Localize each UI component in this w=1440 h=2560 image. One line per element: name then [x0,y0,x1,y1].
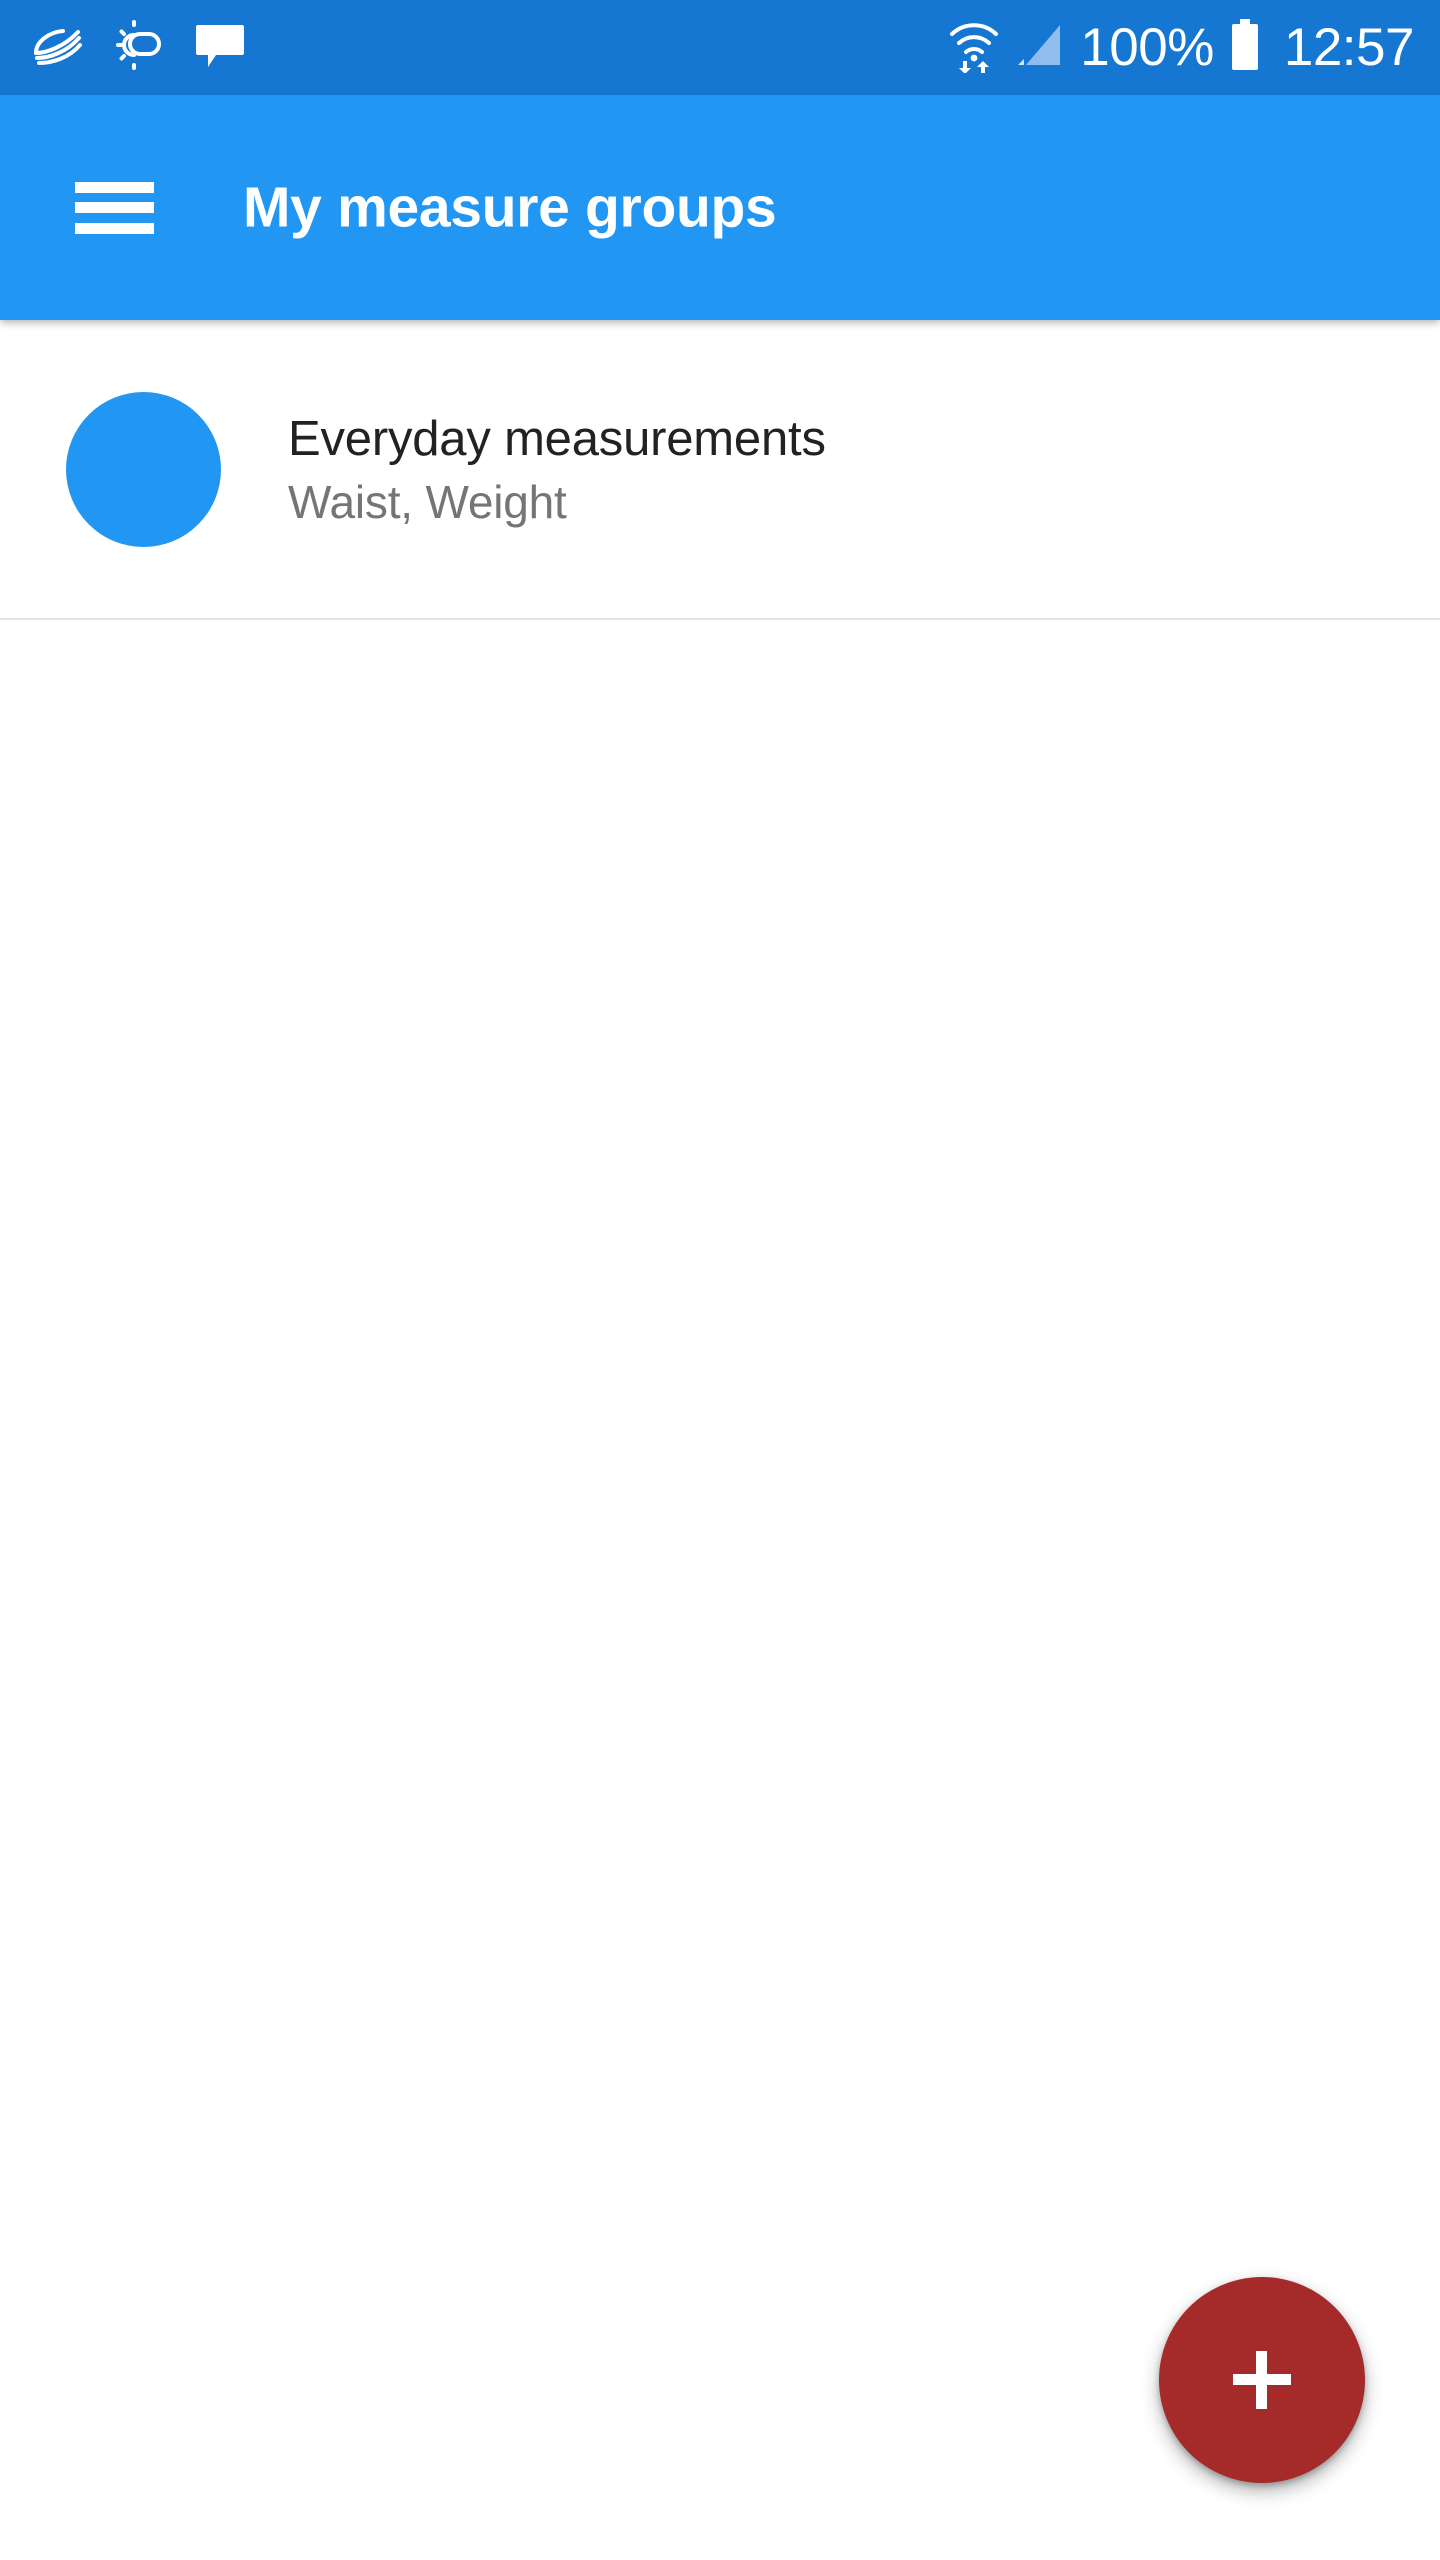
status-bar-clock: 12:57 [1283,18,1415,77]
status-bar: 100% 12:57 [0,0,1440,95]
page-title: My measure groups [243,175,777,240]
list-item[interactable]: Everyday measurements Waist, Weight [0,320,1440,620]
add-measure-group-fab[interactable] [1159,2277,1365,2483]
battery-full-icon [1230,18,1260,77]
weather-partly-sunny-icon [112,17,168,78]
cellular-signal-icon [1014,19,1066,76]
status-bar-right-icons: 100% 12:57 [948,17,1415,78]
wifi-data-transfer-icon [948,17,1000,78]
list-item-text: Everyday measurements Waist, Weight [288,412,826,528]
battery-percent-label: 100% [1080,18,1214,77]
hamburger-menu-button[interactable] [40,134,188,282]
list-item-title: Everyday measurements [288,411,826,466]
list-item-subtitle: Waist, Weight [288,475,567,528]
app-bar: My measure groups [0,95,1440,320]
plus-icon [1233,2351,1291,2409]
hamburger-menu-icon [74,181,154,234]
measure-groups-list: Everyday measurements Waist, Weight [0,320,1440,620]
list-divider [0,618,1440,620]
swiftkey-keyboard-icon [30,17,86,78]
message-bubble-icon [194,19,246,76]
avatar [66,392,221,547]
app-screen: 100% 12:57 My measure groups Everyday me… [0,0,1440,2560]
status-bar-left-icons [30,17,246,78]
